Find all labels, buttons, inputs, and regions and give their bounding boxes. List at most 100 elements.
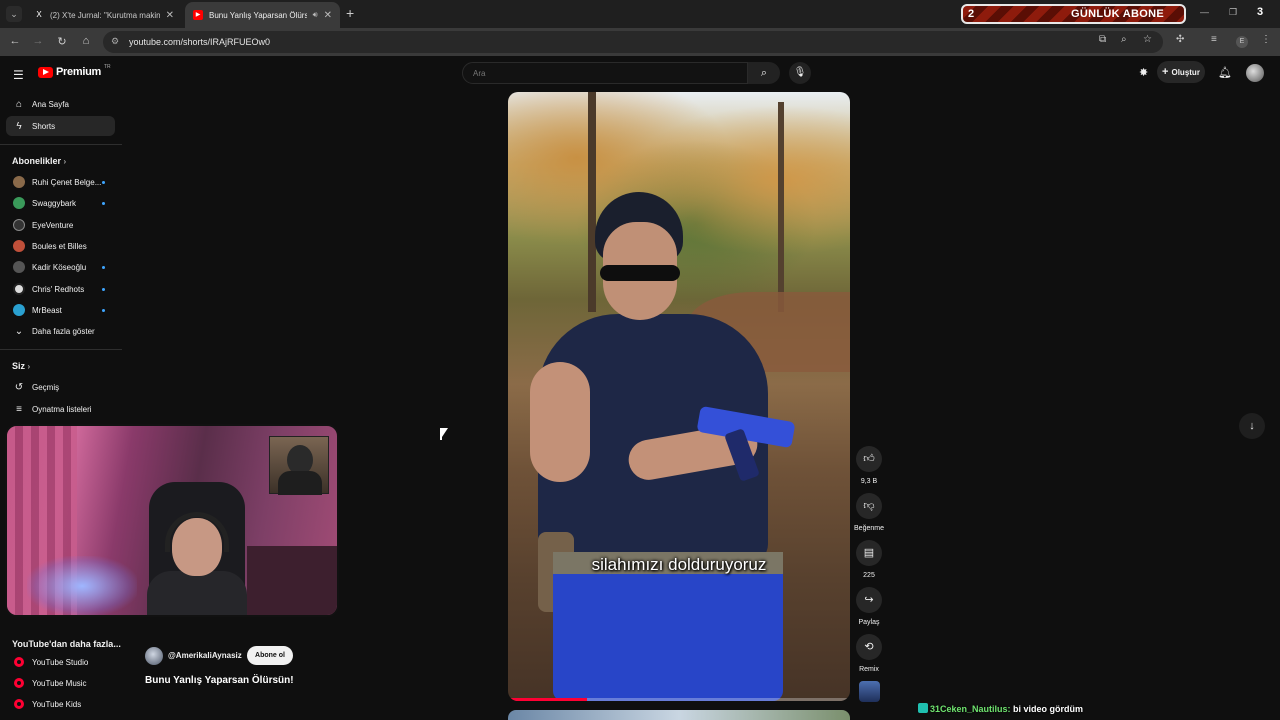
sidebar-item-subscription[interactable]: Swaggybark <box>6 193 115 213</box>
share-action[interactable]: ↪ Paylaş <box>853 587 885 626</box>
new-content-dot <box>102 287 105 291</box>
sidebar-item-shorts[interactable]: ϟ Shorts <box>6 116 115 136</box>
you-heading[interactable]: Siz › <box>12 361 30 371</box>
sidebar-item-youtube-kids[interactable]: YouTube Kids <box>6 694 115 714</box>
search-button[interactable]: ⌕ <box>748 62 780 84</box>
extensions-icon[interactable]: ✣ <box>1176 34 1184 45</box>
playlist-icon: ≡ <box>16 403 22 415</box>
like-count: 9,3 B <box>860 478 878 485</box>
sidebar-item-history[interactable]: ↺ Geçmiş <box>6 377 115 397</box>
search-input[interactable]: Ara <box>462 62 748 84</box>
browser-tab-bar: ⌄ X (2) X'te Jurnal: "Kurutma makin... ✕… <box>0 0 1280 28</box>
sidebar-show-more[interactable]: ⌄ Daha fazla göster <box>6 321 115 341</box>
close-tab-icon[interactable]: ✕ <box>166 10 174 21</box>
overlay-left-number: 2 <box>967 8 975 20</box>
overlay-label: GÜNLÜK ABONE <box>1070 8 1164 20</box>
new-content-dot <box>102 265 105 269</box>
sidebar-item-label: Kadir Köseoğlu <box>32 262 87 272</box>
new-content-dot <box>102 201 105 205</box>
sidebar-item-subscription[interactable]: Boules et Billes <box>6 236 115 256</box>
video-title[interactable]: Bunu Yanlış Yaparsan Ölürsün! <box>145 675 294 686</box>
gemini-sparkle-icon[interactable]: ✸ <box>1139 66 1148 79</box>
secondary-camera <box>269 436 329 495</box>
hamburger-menu-icon[interactable]: ☰ <box>13 68 24 82</box>
sidebar-item-label: Shorts <box>32 121 56 131</box>
sidebar-item-playlists[interactable]: ≡ Oynatma listeleri <box>6 399 115 419</box>
youtube-studio-icon <box>14 657 24 667</box>
video-progress-bar[interactable] <box>508 698 850 701</box>
divider <box>0 144 122 145</box>
remix-icon[interactable]: ⟲ <box>856 634 882 660</box>
zoom-icon[interactable]: ⌕ <box>1121 34 1127 45</box>
sidebar-item-subscription[interactable]: MrBeast <box>6 300 115 320</box>
sidebar-item-youtube-music[interactable]: YouTube Music <box>6 673 115 693</box>
subscriptions-title: Abonelikler <box>12 156 62 166</box>
comments-action[interactable]: ▤ 225 <box>853 540 885 579</box>
sidebar-item-subscription[interactable]: Chris' Redhots <box>6 279 115 299</box>
shorts-video-player[interactable]: silahımızı dolduruyoruz <box>508 92 850 701</box>
sidebar-item-label: MrBeast <box>32 305 62 315</box>
thumbs-up-icon[interactable]: 👍︎ <box>856 446 882 472</box>
menu-kebab-icon[interactable]: ⋮ <box>1261 34 1271 45</box>
sidebar-item-subscription[interactable]: Ruhi Çenet Belge... <box>6 172 115 192</box>
dislike-action[interactable]: 👎︎ Beğenme <box>853 493 885 532</box>
search-placeholder: Ara <box>473 69 486 78</box>
channel-name[interactable]: @AmerikaliAynasiz <box>168 651 242 660</box>
tab-title: (2) X'te Jurnal: "Kurutma makin... <box>50 10 160 20</box>
video-progress-fill <box>508 698 587 701</box>
remix-action[interactable]: ⟲ Remix <box>853 634 885 673</box>
thumbs-down-icon[interactable]: 👎︎ <box>856 493 882 519</box>
next-video-arrow-icon[interactable]: ↓ <box>1239 413 1265 439</box>
subscribe-button[interactable]: Abone ol <box>247 646 293 665</box>
x-logo-icon: X <box>36 10 42 19</box>
sidebar-item-label: Chris' Redhots <box>32 284 85 294</box>
sound-source-thumbnail[interactable] <box>859 681 880 702</box>
sidebar-item-label: EyeVenture <box>32 220 74 230</box>
channel-avatar[interactable] <box>145 647 163 665</box>
new-tab-button[interactable]: + <box>346 5 354 21</box>
subscriptions-heading[interactable]: Abonelikler › <box>12 156 66 166</box>
browser-toolbar: ← → ↻ ⌂ ⚙ youtube.com/shorts/IRAjRFUEOw0… <box>0 28 1280 56</box>
browser-tab-x[interactable]: X (2) X'te Jurnal: "Kurutma makin... ✕ <box>26 2 182 28</box>
notifications-bell-icon[interactable]: 🔔︎ <box>1218 66 1232 79</box>
tab-title: Bunu Yanlış Yaparsan Ölürsün! <box>209 10 307 20</box>
reload-icon[interactable]: ↻ <box>55 35 69 48</box>
browser-tab-youtube[interactable]: ▶ Bunu Yanlış Yaparsan Ölürsün! 🔊︎ ✕ <box>185 2 340 28</box>
chevron-down-icon: ⌄ <box>14 325 24 337</box>
sidebar-item-subscription[interactable]: Kadir Köseoğlu <box>6 257 115 277</box>
voice-search-button[interactable]: 🎙︎ <box>789 62 811 84</box>
close-tab-icon[interactable]: ✕ <box>324 10 332 21</box>
sidebar-item-label: Oynatma listeleri <box>32 404 92 414</box>
dislike-label: Beğenme <box>854 525 884 532</box>
sidebar-item-label: Boules et Billes <box>32 241 87 251</box>
install-icon[interactable]: ⧉ <box>1099 34 1106 45</box>
like-action[interactable]: 👍︎ 9,3 B <box>853 446 885 485</box>
sidebar-item-youtube-studio[interactable]: YouTube Studio <box>6 652 115 672</box>
sidebar-item-home[interactable]: ⌂ Ana Sayfa <box>6 94 115 114</box>
comment-icon[interactable]: ▤ <box>856 540 882 566</box>
restore-icon[interactable]: ❐ <box>1229 7 1237 18</box>
address-bar[interactable]: ⚙ youtube.com/shorts/IRAjRFUEOw0 <box>103 31 1163 53</box>
region-code: TR <box>103 64 111 70</box>
minimize-icon[interactable]: — <box>1200 7 1209 17</box>
tab-search-button[interactable]: ⌄ <box>6 6 22 22</box>
profile-icon[interactable]: E <box>1236 36 1248 48</box>
microphone-icon: 🎙︎ <box>793 67 807 78</box>
bookmark-star-icon[interactable]: ☆ <box>1143 34 1152 45</box>
media-control-icon[interactable]: ≡ <box>1211 34 1217 45</box>
next-short-preview[interactable] <box>508 710 850 720</box>
stream-chat-message: 31Ceken_Nautilus: bi video gördüm <box>918 703 1083 714</box>
youtube-premium-logo[interactable]: Premium TR <box>38 64 111 78</box>
create-button[interactable]: + Oluştur <box>1157 61 1205 83</box>
site-info-icon[interactable]: ⚙ <box>111 36 119 47</box>
share-arrow-icon[interactable]: ↪ <box>856 587 882 613</box>
home-icon[interactable]: ⌂ <box>79 35 93 47</box>
sidebar-item-label: Geçmiş <box>32 382 60 392</box>
sidebar-item-label: Ana Sayfa <box>32 99 69 109</box>
forward-icon[interactable]: → <box>31 35 45 47</box>
back-icon[interactable]: ← <box>8 35 22 47</box>
speaker-icon[interactable]: 🔊︎ <box>313 10 318 20</box>
account-avatar[interactable] <box>1246 64 1264 82</box>
history-icon: ↺ <box>14 381 24 393</box>
sidebar-item-subscription[interactable]: EyeVenture <box>6 215 115 235</box>
